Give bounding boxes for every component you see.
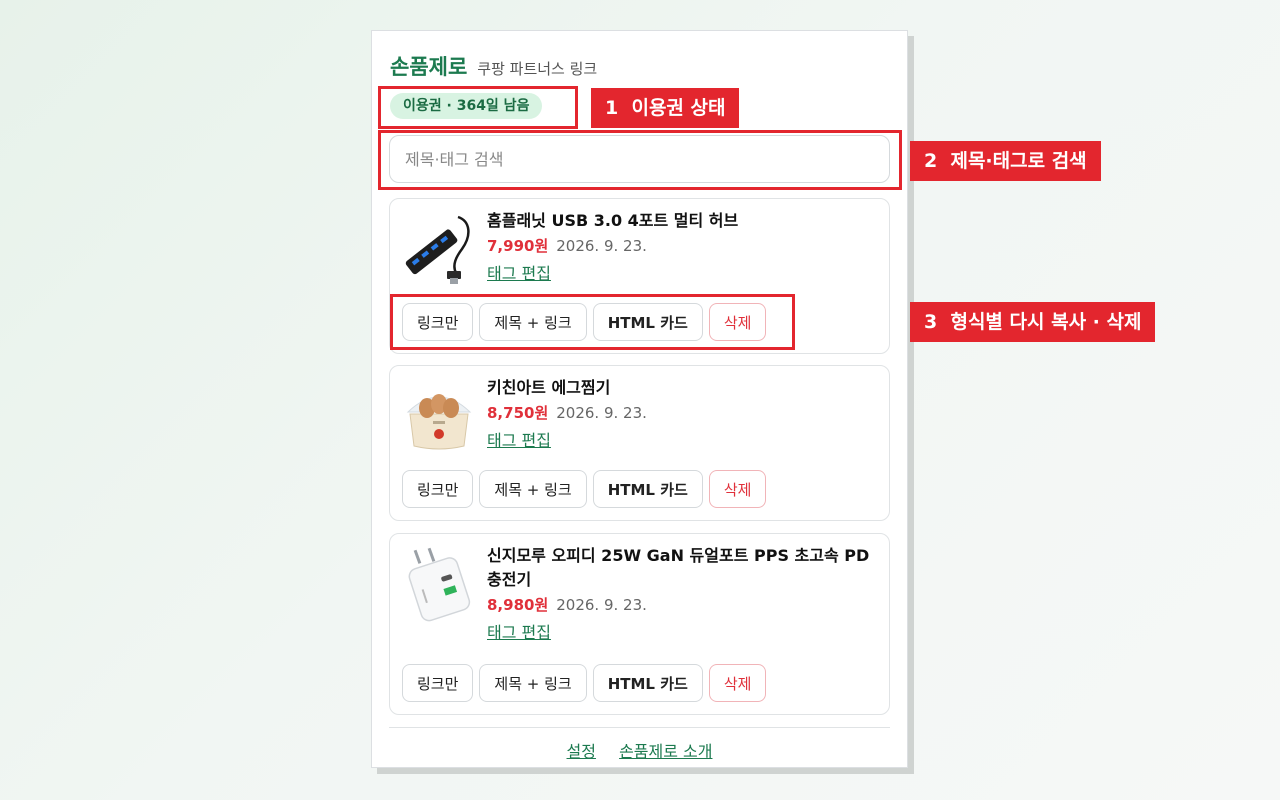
tag-edit-link[interactable]: 태그 편집 <box>487 260 551 284</box>
copy-actions: 링크만 제목 + 링크 HTML 카드 삭제 <box>402 664 767 702</box>
egg-steamer-icon <box>406 394 472 450</box>
popup-header: 손품제로 쿠팡 파트너스 링크 <box>390 51 597 81</box>
product-date: 2026. 9. 23. <box>556 596 647 614</box>
product-card: 신지모루 오피디 25W GaN 듀얼포트 PPS 초고속 PD 충전기 8,9… <box>389 533 890 715</box>
charger-icon <box>408 547 471 622</box>
product-card: 키친아트 에그찜기 8,750원 2026. 9. 23. 태그 편집 링크만 제… <box>389 365 890 521</box>
delete-button[interactable]: 삭제 <box>708 470 767 508</box>
product-name: 키친아트 에그찜기 <box>487 378 611 397</box>
delete-button[interactable]: 삭제 <box>708 664 767 702</box>
product-info: 키친아트 에그찜기 8,750원 2026. 9. 23. 태그 편집 <box>487 376 879 451</box>
callout-number: 1 <box>605 97 619 119</box>
copy-link-only-button[interactable]: 링크만 <box>402 664 474 702</box>
copy-actions: 링크만 제목 + 링크 HTML 카드 삭제 <box>402 470 767 508</box>
product-name: 홈플래닛 USB 3.0 4포트 멀티 허브 <box>487 211 739 230</box>
product-date: 2026. 9. 23. <box>556 237 647 255</box>
copy-html-card-button[interactable]: HTML 카드 <box>592 664 703 702</box>
callout-text: 이용권 상태 <box>631 97 726 119</box>
product-date: 2026. 9. 23. <box>556 404 647 422</box>
app-subtitle: 쿠팡 파트너스 링크 <box>477 60 598 78</box>
callout-actions: 3 형식별 다시 복사 · 삭제 <box>910 302 1156 342</box>
callout-number: 3 <box>924 311 938 333</box>
copy-link-only-button[interactable]: 링크만 <box>402 470 474 508</box>
tag-edit-link[interactable]: 태그 편집 <box>487 427 551 451</box>
product-info: 신지모루 오피디 25W GaN 듀얼포트 PPS 초고속 PD 충전기 8,9… <box>487 544 879 643</box>
callout-number: 2 <box>924 150 938 172</box>
copy-title-link-button[interactable]: 제목 + 링크 <box>479 470 587 508</box>
usb-hub-icon <box>405 215 470 284</box>
app-title: 손품제로 <box>390 55 468 79</box>
product-price: 8,980원 <box>487 596 549 614</box>
callout-search: 2 제목·태그로 검색 <box>910 141 1101 181</box>
highlight-box-actions <box>390 294 795 350</box>
tag-edit-link[interactable]: 태그 편집 <box>487 619 551 643</box>
popup-footer: 설정 손품제로 소개 <box>389 727 890 762</box>
copy-title-link-button[interactable]: 제목 + 링크 <box>479 664 587 702</box>
about-link[interactable]: 손품제로 소개 <box>619 742 712 761</box>
callout-text: 형식별 다시 복사 · 삭제 <box>950 311 1142 333</box>
product-price: 7,990원 <box>487 237 549 255</box>
product-info: 홈플래닛 USB 3.0 4포트 멀티 허브 7,990원 2026. 9. 23… <box>487 209 879 284</box>
product-name: 신지모루 오피디 25W GaN 듀얼포트 PPS 초고속 PD 충전기 <box>487 546 870 589</box>
product-price: 8,750원 <box>487 404 549 422</box>
highlight-box-license <box>378 86 578 129</box>
callout-text: 제목·태그로 검색 <box>950 150 1087 172</box>
callout-license: 1 이용권 상태 <box>591 88 740 128</box>
copy-html-card-button[interactable]: HTML 카드 <box>592 470 703 508</box>
highlight-box-search <box>378 130 902 190</box>
settings-link[interactable]: 설정 <box>567 742 596 761</box>
